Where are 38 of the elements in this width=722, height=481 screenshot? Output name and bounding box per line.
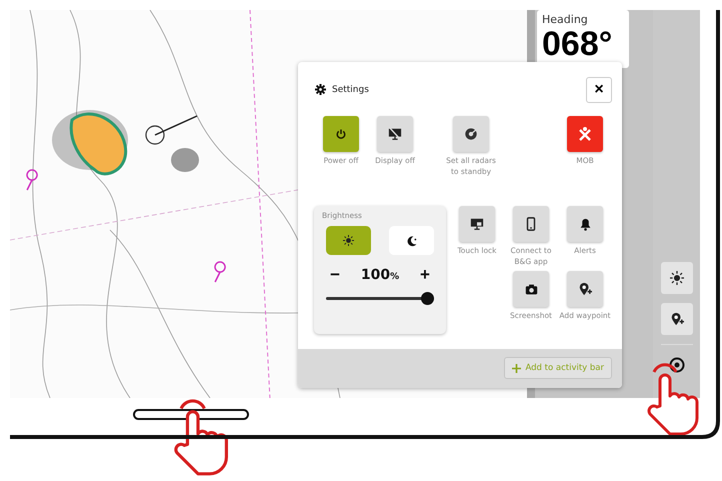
display-button[interactable] (377, 116, 413, 152)
camera-icon (524, 282, 538, 296)
lock-button[interactable] (459, 206, 495, 242)
heading-label: Heading (542, 13, 589, 26)
bell-icon (578, 218, 592, 231)
person-overboard-icon (577, 126, 593, 142)
increase-button[interactable]: + (420, 265, 430, 286)
settings-icon (315, 84, 326, 96)
settings-title: Settings (332, 84, 370, 95)
close-button[interactable]: × (586, 76, 612, 103)
moon-icon (406, 234, 418, 247)
phone-icon (524, 217, 538, 232)
night-mode-button[interactable] (389, 226, 434, 256)
camera-button[interactable] (513, 271, 549, 308)
radar-button[interactable] (453, 116, 489, 152)
waypoint-button[interactable] (567, 271, 603, 308)
radar-icon (464, 126, 478, 141)
power-icon (335, 128, 347, 140)
brightness-value: 100% (360, 267, 400, 284)
target-icon (668, 357, 684, 373)
day-mode-button[interactable] (326, 226, 371, 256)
mob-button[interactable] (567, 116, 603, 152)
monitor-off-icon (388, 126, 402, 141)
monitor-lock-icon (470, 217, 484, 232)
sun-icon (670, 271, 684, 285)
pin-plus-icon (670, 312, 684, 326)
brightness-slider[interactable] (326, 292, 434, 306)
brightness-button[interactable] (660, 262, 692, 294)
phone-button[interactable] (513, 206, 549, 242)
heading-value: 068° (542, 26, 614, 62)
swipe-handle[interactable] (133, 409, 249, 420)
plus-icon (512, 364, 522, 373)
decrease-button[interactable]: − (330, 265, 340, 286)
pin-plus-icon (578, 282, 592, 296)
power-button[interactable] (323, 116, 359, 152)
sun-icon (343, 235, 354, 246)
bell-button[interactable] (567, 206, 603, 242)
waypoint-button[interactable] (660, 303, 692, 335)
